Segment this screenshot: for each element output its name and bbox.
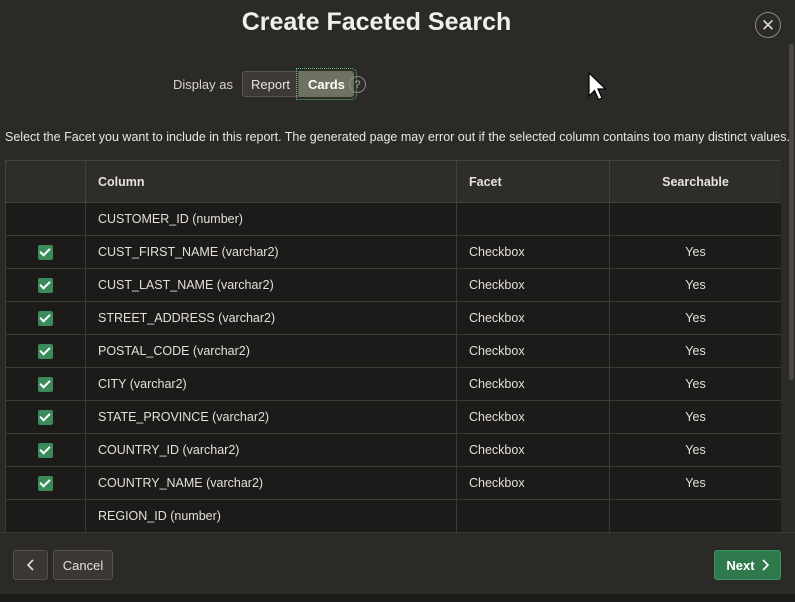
- row-checkbox[interactable]: [38, 409, 53, 425]
- searchable-cell[interactable]: Yes: [609, 301, 781, 335]
- facet-type-cell[interactable]: [456, 202, 610, 236]
- row-checkbox[interactable]: [38, 343, 53, 359]
- instructions-text: Select the Facet you want to include in …: [5, 130, 790, 144]
- display-cards-button[interactable]: Cards: [296, 68, 357, 100]
- select-column-header: [5, 160, 86, 203]
- searchable-cell[interactable]: Yes: [609, 334, 781, 368]
- table-row[interactable]: CUST_FIRST_NAME (varchar2) Checkbox Yes: [5, 235, 781, 269]
- column-name-cell: STREET_ADDRESS (varchar2): [85, 301, 457, 335]
- searchable-cell[interactable]: [609, 202, 781, 236]
- cancel-button[interactable]: Cancel: [53, 550, 113, 580]
- row-select-cell[interactable]: [5, 499, 86, 532]
- previous-button[interactable]: [13, 550, 48, 580]
- row-checkbox[interactable]: [38, 244, 53, 260]
- next-label: Next: [726, 557, 755, 573]
- background-strip: [0, 594, 795, 602]
- facet-type-cell[interactable]: Checkbox: [456, 334, 610, 368]
- column-name-cell: COUNTRY_NAME (varchar2): [85, 466, 457, 500]
- table-row[interactable]: STREET_ADDRESS (varchar2) Checkbox Yes: [5, 301, 781, 335]
- chevron-left-icon: [26, 559, 34, 571]
- row-select-cell[interactable]: [5, 202, 86, 236]
- searchable-cell[interactable]: Yes: [609, 268, 781, 302]
- row-select-cell[interactable]: [5, 235, 86, 269]
- facet-type-cell[interactable]: Checkbox: [456, 367, 610, 401]
- mouse-pointer-icon: [588, 72, 607, 101]
- searchable-cell[interactable]: Yes: [609, 433, 781, 467]
- column-name-cell: CUST_FIRST_NAME (varchar2): [85, 235, 457, 269]
- facet-grid: Column Facet Searchable CUSTOMER_ID (num…: [5, 160, 781, 532]
- column-name-cell: POSTAL_CODE (varchar2): [85, 334, 457, 368]
- column-header[interactable]: Column: [85, 160, 457, 203]
- facet-type-cell[interactable]: Checkbox: [456, 466, 610, 500]
- row-checkbox[interactable]: [38, 442, 53, 458]
- create-faceted-search-dialog: Create Faceted Search ✕ Display as Repor…: [0, 0, 795, 602]
- facet-type-cell[interactable]: Checkbox: [456, 433, 610, 467]
- searchable-cell[interactable]: Yes: [609, 235, 781, 269]
- column-name-cell: CUST_LAST_NAME (varchar2): [85, 268, 457, 302]
- facet-type-cell[interactable]: Checkbox: [456, 301, 610, 335]
- next-button[interactable]: Next: [714, 550, 781, 580]
- table-row[interactable]: REGION_ID (number): [5, 499, 781, 532]
- table-row[interactable]: STATE_PROVINCE (varchar2) Checkbox Yes: [5, 400, 781, 434]
- row-checkbox[interactable]: [38, 277, 53, 293]
- row-select-cell[interactable]: [5, 466, 86, 500]
- row-select-cell[interactable]: [5, 301, 86, 335]
- column-name-cell: REGION_ID (number): [85, 499, 457, 532]
- facet-type-cell[interactable]: Checkbox: [456, 268, 610, 302]
- display-as-label: Display as: [173, 77, 233, 92]
- facet-header[interactable]: Facet: [456, 160, 610, 203]
- row-select-cell[interactable]: [5, 268, 86, 302]
- table-row[interactable]: COUNTRY_NAME (varchar2) Checkbox Yes: [5, 466, 781, 500]
- grid-header-row: Column Facet Searchable: [5, 160, 781, 203]
- row-select-cell[interactable]: [5, 334, 86, 368]
- dialog-scrollbar[interactable]: [789, 44, 794, 380]
- row-select-cell[interactable]: [5, 367, 86, 401]
- chevron-right-icon: [762, 559, 769, 571]
- facet-type-cell[interactable]: Checkbox: [456, 400, 610, 434]
- dialog-title: Create Faceted Search: [241, 8, 512, 36]
- display-report-button[interactable]: Report: [242, 71, 300, 97]
- column-name-cell: CUSTOMER_ID (number): [85, 202, 457, 236]
- searchable-cell[interactable]: [609, 499, 781, 532]
- searchable-cell[interactable]: Yes: [609, 367, 781, 401]
- searchable-cell[interactable]: Yes: [609, 466, 781, 500]
- table-row[interactable]: COUNTRY_ID (varchar2) Checkbox Yes: [5, 433, 781, 467]
- close-icon[interactable]: ✕: [755, 12, 781, 38]
- dialog-footer: Cancel Next: [0, 532, 795, 594]
- row-checkbox[interactable]: [38, 310, 53, 326]
- searchable-header[interactable]: Searchable: [609, 160, 781, 203]
- column-name-cell: COUNTRY_ID (varchar2): [85, 433, 457, 467]
- row-checkbox[interactable]: [38, 475, 53, 491]
- table-row[interactable]: CITY (varchar2) Checkbox Yes: [5, 367, 781, 401]
- row-checkbox[interactable]: [38, 376, 53, 392]
- row-select-cell[interactable]: [5, 400, 86, 434]
- column-name-cell: STATE_PROVINCE (varchar2): [85, 400, 457, 434]
- table-row[interactable]: POSTAL_CODE (varchar2) Checkbox Yes: [5, 334, 781, 368]
- help-icon[interactable]: ?: [349, 76, 366, 93]
- facet-type-cell[interactable]: [456, 499, 610, 532]
- column-name-cell: CITY (varchar2): [85, 367, 457, 401]
- row-select-cell[interactable]: [5, 433, 86, 467]
- facet-type-cell[interactable]: Checkbox: [456, 235, 610, 269]
- table-row[interactable]: CUST_LAST_NAME (varchar2) Checkbox Yes: [5, 268, 781, 302]
- table-row[interactable]: CUSTOMER_ID (number): [5, 202, 781, 236]
- searchable-cell[interactable]: Yes: [609, 400, 781, 434]
- display-as-toggle: Report Cards: [242, 68, 357, 100]
